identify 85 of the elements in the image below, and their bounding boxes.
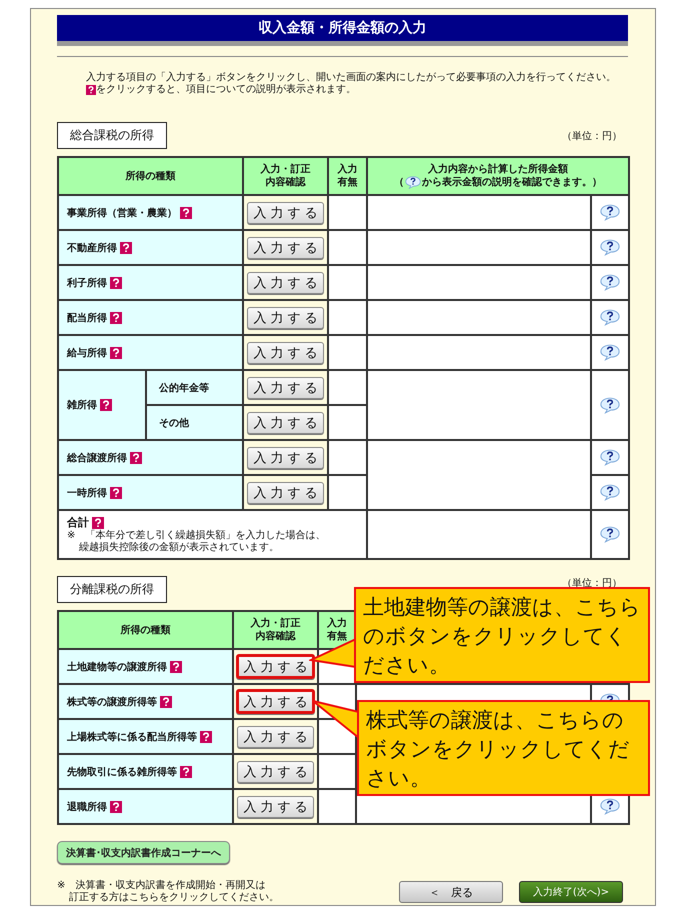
input-button[interactable]: 入力する [237,796,314,818]
help-bubble-icon[interactable] [405,176,421,189]
total-note: ※ 「本年分で差し引く繰越損失額」を入力した場合は、 [67,530,326,542]
income-type-label: 株式等の譲渡所得等 [67,696,157,708]
page-title: 収入金額・所得金額の入力 [57,15,628,41]
input-button[interactable]: 入力する [237,760,314,782]
income-type-label: 配当所得 [67,312,107,324]
total-note: 繰越損失控除後の金額が表示されています。 [78,542,280,554]
section-label: 分離課税の所得 [57,576,167,603]
input-button[interactable]: 入力する [236,689,315,714]
help-icon[interactable] [100,399,112,412]
input-button[interactable]: 入力する [247,202,324,224]
callout-tooltip: 土地建物等の譲渡は、こちらのボタンをクリックしてください。 [354,587,650,683]
input-button[interactable]: 入力する [247,306,324,328]
header-text: 入力・訂正 [250,617,302,630]
help-bubble-icon[interactable] [600,526,620,543]
input-button[interactable]: 入力する [247,446,324,468]
input-button[interactable]: 入力する [237,726,314,748]
header-text: 入力 [336,163,358,176]
income-type-label: 総合譲渡所得 [67,452,127,464]
footnote-text: 訂正する方はこちらをクリックしてください。 [68,892,280,904]
total-label: 合計 [67,515,89,530]
header-text: 有無 [336,176,358,189]
help-bubble-icon[interactable] [600,344,620,361]
help-bubble-icon[interactable] [600,449,620,466]
help-icon[interactable] [180,766,192,778]
input-button[interactable]: 入力する [247,272,324,294]
help-icon[interactable] [86,85,96,95]
header-text: 入力 [326,617,348,630]
corner-link-button[interactable]: 決算書･収支内訳書作成コーナーへ [57,841,230,864]
help-icon[interactable] [110,346,122,359]
next-button[interactable]: 入力終了(次へ)> [519,881,623,903]
help-icon[interactable] [110,276,122,289]
help-bubble-icon[interactable] [600,309,620,326]
help-icon[interactable] [92,516,104,528]
help-icon[interactable] [180,206,192,219]
header-text: （ [394,177,404,188]
help-bubble-icon[interactable] [600,484,620,501]
input-button[interactable]: 入力する [247,482,324,504]
callout-pointer [312,700,359,740]
header-text: 入力・訂正 [260,163,312,176]
income-type-label: 事業所得（営業・農業） [67,208,177,218]
income-type-label: 上場株式等に係る配当所得等 [67,732,197,742]
header-text: 内容確認 [254,630,297,643]
help-icon[interactable] [110,800,122,813]
header-text: 内容確認 [264,176,307,189]
input-button[interactable]: 入力する [247,412,324,434]
income-type-label: 退職所得 [67,802,107,812]
header-text: 入力内容から計算した所得金額 [428,164,568,175]
instruction-text: 入力する項目の「入力する」ボタンをクリックし、開いた画面の案内にしたがって必要事項の入力を行ってください。 [86,72,617,84]
header-cell: 所得の種類 [58,611,233,649]
help-icon[interactable] [120,242,132,254]
income-type-label: 先物取引に係る雑所得等 [67,766,177,778]
income-type-label: 不動産所得 [67,242,117,254]
help-bubble-icon[interactable] [600,396,620,414]
input-button[interactable]: 入力する [247,236,324,258]
help-bubble-icon[interactable] [600,274,620,291]
income-subtype-cell: 公的年金等 [146,370,243,405]
help-icon[interactable] [170,660,182,673]
help-bubble-icon[interactable] [600,798,620,815]
help-icon[interactable] [110,486,122,499]
income-subtype-cell: その他 [146,405,243,440]
instruction-text: をクリックすると、項目についての説明が表示されます。 [96,84,356,96]
header-text: から表示金額の説明を確認できます。） [422,177,602,188]
income-type-label: 利子所得 [67,278,107,288]
help-bubble-icon[interactable] [600,239,620,256]
input-button[interactable]: 入力する [247,342,324,364]
income-type-label: 雑所得 [67,400,97,411]
section-label: 総合課税の所得 [57,122,167,149]
help-icon[interactable] [200,730,212,743]
help-icon[interactable] [130,452,142,464]
help-bubble-icon[interactable] [600,204,620,221]
callout-tooltip: 株式等の譲渡は、こちらのボタンをクリックしてください。 [357,700,650,796]
back-button[interactable]: ＜ 戻る [399,881,503,903]
input-button[interactable]: 入力する [236,654,315,679]
input-button[interactable]: 入力する [247,376,324,398]
help-icon[interactable] [110,312,122,324]
footnote-text: ※ 決算書・収支内訳書を作成開始・再開又は [57,880,266,892]
income-type-label: 土地建物等の譲渡所得 [67,662,167,672]
header-text: 有無 [326,630,348,643]
help-icon[interactable] [160,696,172,708]
header-cell: 所得の種類 [58,157,243,195]
income-type-label: 給与所得 [67,348,107,358]
income-type-label: 一時所得 [67,488,107,498]
unit-label: （単位：円） [562,130,622,142]
